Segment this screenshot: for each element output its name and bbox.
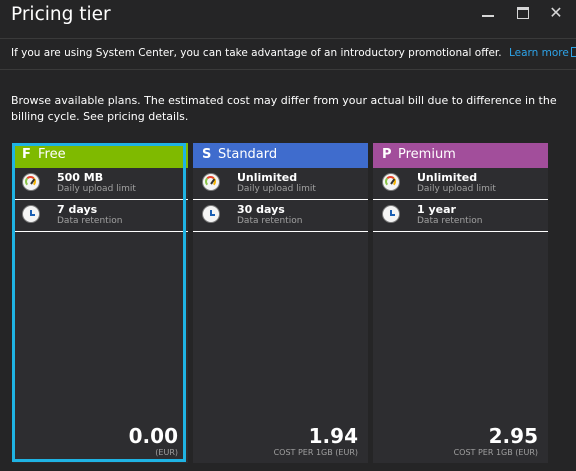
feature-data-retention: 7 days Data retention xyxy=(13,200,188,232)
promo-text-row: If you are using System Center, you can … xyxy=(11,47,576,59)
gauge-icon xyxy=(382,173,400,191)
minimize-icon[interactable] xyxy=(477,2,499,24)
plan-price: 0.00 xyxy=(128,424,178,448)
gauge-icon xyxy=(22,173,40,191)
plan-header: F Free xyxy=(13,143,188,168)
feature-value: Unlimited xyxy=(417,171,478,184)
plan-header: S Standard xyxy=(193,143,368,168)
clock-icon xyxy=(22,205,40,223)
feature-value: 30 days xyxy=(237,203,285,216)
feature-label: Daily upload limit xyxy=(237,184,316,194)
plan-letter: P xyxy=(382,147,392,162)
feature-label: Data retention xyxy=(57,216,123,226)
plan-price-note: (EUR) xyxy=(155,448,178,457)
feature-data-retention: 30 days Data retention xyxy=(193,200,368,232)
plan-header: P Premium xyxy=(373,143,548,168)
learn-more-link[interactable]: Learn more xyxy=(509,47,576,59)
feature-upload-limit: Unlimited Daily upload limit xyxy=(373,168,548,200)
feature-upload-limit: 500 MB Daily upload limit xyxy=(13,168,188,200)
feature-label: Data retention xyxy=(237,216,303,226)
plan-letter: F xyxy=(22,147,31,162)
plan-letter: S xyxy=(202,147,212,162)
intro-text: Browse available plans. The estimated co… xyxy=(11,94,557,123)
plan-name: Premium xyxy=(398,147,456,162)
maximize-icon[interactable] xyxy=(512,2,534,24)
external-link-icon xyxy=(570,47,576,57)
feature-label: Data retention xyxy=(417,216,483,226)
plan-price: 2.95 xyxy=(488,424,538,448)
blade-header: Pricing tier ✕ If you are using System C… xyxy=(0,0,576,70)
feature-value: 7 days xyxy=(57,203,98,216)
gauge-icon xyxy=(202,173,220,191)
clock-icon xyxy=(382,205,400,223)
plan-price-note: COST PER 1GB (EUR) xyxy=(453,448,538,457)
feature-value: 1 year xyxy=(417,203,456,216)
plan-card-standard[interactable]: S Standard Unlimited Daily upload limit … xyxy=(193,143,368,463)
close-icon[interactable]: ✕ xyxy=(545,2,567,24)
feature-data-retention: 1 year Data retention xyxy=(373,200,548,232)
plan-card-premium[interactable]: P Premium Unlimited Daily upload limit 1… xyxy=(373,143,548,463)
feature-label: Daily upload limit xyxy=(417,184,496,194)
feature-label: Daily upload limit xyxy=(57,184,136,194)
plan-card-free[interactable]: F Free 500 MB Daily upload limit 7 days … xyxy=(13,143,188,463)
clock-icon xyxy=(202,205,220,223)
feature-upload-limit: Unlimited Daily upload limit xyxy=(193,168,368,200)
page-title: Pricing tier xyxy=(11,4,111,25)
promo-text: If you are using System Center, you can … xyxy=(11,47,502,59)
plan-name: Standard xyxy=(218,147,278,162)
plan-name: Free xyxy=(38,147,66,162)
promo-info-bar: If you are using System Center, you can … xyxy=(0,38,576,70)
plan-price-note: COST PER 1GB (EUR) xyxy=(273,448,358,457)
plan-price: 1.94 xyxy=(308,424,358,448)
feature-value: Unlimited xyxy=(237,171,298,184)
learn-more-label: Learn more xyxy=(508,47,569,59)
feature-value: 500 MB xyxy=(57,171,104,184)
